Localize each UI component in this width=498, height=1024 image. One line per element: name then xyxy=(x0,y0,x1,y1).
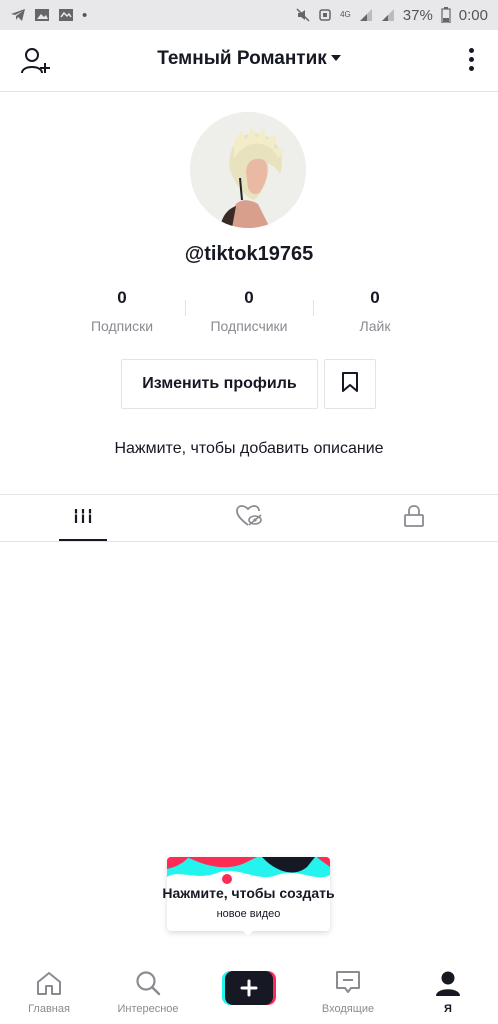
account-name: Темный Романтик xyxy=(157,48,327,69)
nav-home-label: Главная xyxy=(28,1003,70,1015)
mute-icon xyxy=(296,8,310,22)
status-system: 4G 37% 0:00 xyxy=(296,7,488,24)
avatar[interactable] xyxy=(190,112,306,228)
liked-hidden-icon xyxy=(236,504,262,532)
profile-header: Темный Романтик xyxy=(0,30,498,92)
stat-divider xyxy=(313,300,314,316)
stat-followers[interactable]: 0 Подписчики xyxy=(189,288,309,334)
clock: 0:00 xyxy=(458,6,488,24)
nav-inbox[interactable]: Входящие xyxy=(303,956,393,1024)
network-type: 4G xyxy=(340,10,351,19)
stat-followers-label: Подписчики xyxy=(210,318,288,334)
active-tab-indicator xyxy=(59,539,107,541)
signal-icon-2 xyxy=(381,8,395,22)
plus-icon xyxy=(222,971,276,1005)
edit-profile-button[interactable]: Изменить профиль xyxy=(121,359,318,409)
nav-profile[interactable]: Я xyxy=(403,956,493,1024)
tab-private[interactable] xyxy=(354,495,474,541)
avatar-photo xyxy=(190,112,306,228)
nav-discover-label: Интересное xyxy=(117,1003,179,1015)
favorites-button[interactable] xyxy=(324,359,376,409)
stat-divider xyxy=(185,300,186,316)
bottom-nav: Главная Интересное Входящие Я xyxy=(0,956,498,1024)
tooltip-subtitle: новое видео xyxy=(216,908,281,920)
nav-discover[interactable]: Интересное xyxy=(103,956,193,1024)
stat-following-label: Подписки xyxy=(90,318,154,334)
battery-icon xyxy=(441,7,451,23)
more-options-button[interactable] xyxy=(466,48,476,74)
add-bio-link[interactable]: Нажмите, чтобы добавить описание xyxy=(0,440,498,458)
profile-icon xyxy=(403,964,493,996)
tooltip-title: Нажмите, чтобы создать xyxy=(162,885,335,901)
search-icon xyxy=(103,964,193,996)
image-icon xyxy=(34,8,50,22)
grid-icon xyxy=(73,507,93,530)
stat-following[interactable]: 0 Подписки xyxy=(62,288,182,334)
tab-videos[interactable] xyxy=(23,495,143,541)
stat-likes-count: 0 xyxy=(370,288,380,307)
signal-icon xyxy=(359,8,373,22)
tab-liked[interactable] xyxy=(189,495,309,541)
inbox-icon xyxy=(303,964,393,996)
stat-followers-count: 0 xyxy=(244,288,254,307)
nav-inbox-label: Входящие xyxy=(321,1003,375,1015)
more-notifications-dot: • xyxy=(82,6,88,24)
username: @tiktok19765 xyxy=(184,243,314,265)
stat-following-count: 0 xyxy=(117,288,127,307)
nav-profile-label: Я xyxy=(444,1003,452,1015)
profile-tabs xyxy=(0,494,498,542)
lock-icon xyxy=(403,504,425,532)
battery-percent: 37% xyxy=(402,6,433,24)
nfc-icon xyxy=(318,8,332,22)
telegram-icon xyxy=(10,8,26,22)
tooltip-arrow xyxy=(241,929,255,936)
bookmark-icon xyxy=(341,371,359,398)
create-video-button[interactable] xyxy=(222,971,276,1005)
gallery-icon xyxy=(58,8,74,22)
stat-likes[interactable]: 0 Лайк xyxy=(315,288,435,334)
caret-down-icon xyxy=(330,55,341,61)
home-icon xyxy=(4,964,94,996)
nav-home[interactable]: Главная xyxy=(4,956,94,1024)
edit-profile-label: Изменить профиль xyxy=(142,375,297,392)
kebab-icon xyxy=(466,48,476,71)
status-bar: • 4G 37% 0:00 xyxy=(0,0,498,30)
stat-likes-label: Лайк xyxy=(359,318,391,334)
create-video-tooltip[interactable]: Нажмите, чтобы создать новое видео xyxy=(162,857,335,936)
status-notifications: • xyxy=(10,7,87,24)
account-switcher[interactable]: Темный Романтик xyxy=(0,48,498,70)
